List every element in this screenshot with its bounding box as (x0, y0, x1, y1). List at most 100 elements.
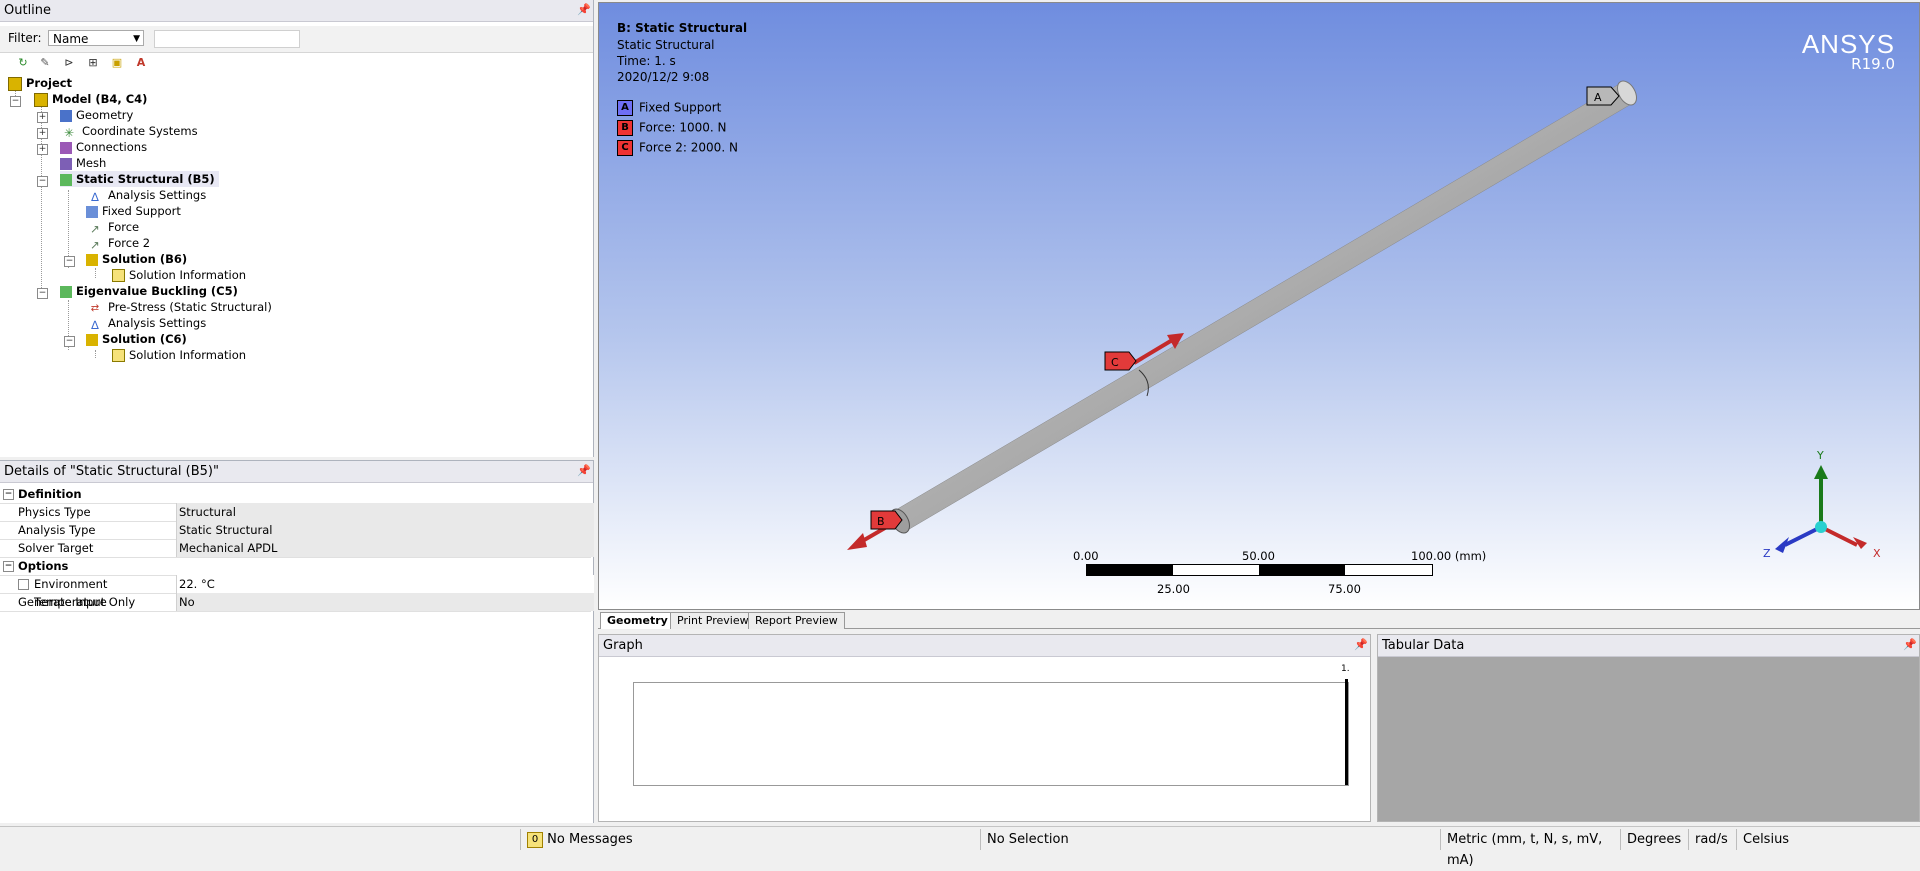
collapse-icon[interactable]: − (37, 176, 48, 187)
tree-item-fixed-support[interactable]: Fixed Support (86, 203, 181, 219)
tree-expand-icon[interactable]: ⊳ (60, 54, 78, 72)
force-icon: ↗ (90, 221, 100, 236)
folder-icon[interactable]: ▣ (108, 54, 126, 72)
tree-item-coordinate-systems[interactable]: ✳ Coordinate Systems (60, 123, 198, 140)
graph-tick-label: 1. (1341, 664, 1350, 674)
detail-row-physics-type[interactable]: Physics Type Structural (0, 503, 594, 522)
graph-plot-area[interactable] (633, 679, 1349, 786)
refresh-icon[interactable]: ↻ (14, 54, 32, 72)
axis-triad[interactable]: Y X Z (1757, 445, 1897, 565)
tab-report-preview[interactable]: Report Preview (748, 612, 845, 629)
detail-row-analysis-type[interactable]: Analysis Type Static Structural (0, 521, 594, 540)
pin-icon[interactable]: 📌 (577, 465, 591, 477)
edit-icon[interactable]: ✎ (36, 54, 54, 72)
expand-icon[interactable]: + (37, 144, 48, 155)
expand-all-icon[interactable]: ⊞ (84, 54, 102, 72)
filter-type-value: Name (53, 32, 89, 46)
tabular-title: Tabular Data (1382, 638, 1465, 653)
tree-item-model[interactable]: Model (B4, C4) (34, 91, 147, 107)
detail-row-solver-target[interactable]: Solver Target Mechanical APDL (0, 539, 594, 558)
status-messages[interactable]: 0 No Messages (520, 829, 770, 850)
filter-bar: Filter: Name ▼ (0, 26, 593, 53)
pre-stress-icon: ⇄ (90, 302, 100, 314)
details-header: Details of "Static Structural (B5)" 📌 (0, 461, 593, 483)
status-bar: 0 No Messages No Selection Metric (mm, t… (0, 826, 1920, 868)
marker-b[interactable]: B (870, 510, 903, 530)
section-definition[interactable]: − Definition (0, 485, 591, 504)
info-icon (112, 349, 125, 362)
scale-label-75: 75.00 (1328, 582, 1361, 596)
tree-item-solution-c6[interactable]: Solution (C6) (86, 331, 187, 347)
sort-az-icon[interactable]: A (132, 54, 150, 72)
connections-icon (60, 141, 72, 154)
tree-item-force[interactable]: ↗ Force (86, 219, 139, 236)
mesh-icon (60, 157, 72, 170)
details-pane: Details of "Static Structural (B5)" 📌 − … (0, 460, 594, 823)
svg-text:C: C (1111, 356, 1119, 369)
parameter-checkbox[interactable] (18, 579, 29, 590)
status-rotation-units[interactable]: rad/s (1688, 829, 1736, 850)
collapse-icon[interactable]: − (3, 489, 14, 500)
axis-x-label: X (1873, 547, 1881, 560)
outline-title: Outline (4, 3, 52, 18)
status-selection: No Selection (980, 829, 1440, 850)
graph-time-marker (1345, 679, 1348, 785)
geometry-viewport[interactable]: B: Static Structural Static Structural T… (598, 2, 1920, 610)
collapse-icon[interactable]: − (64, 256, 75, 267)
force-icon: ↗ (90, 237, 100, 252)
collapse-icon[interactable]: − (10, 96, 21, 107)
status-temperature-units[interactable]: Celsius (1736, 829, 1920, 850)
outline-pane: Outline 📌 Filter: Name ▼ ↻ ✎ ⊳ ⊞ ▣ A Pro… (0, 0, 594, 457)
filter-search-input[interactable] (154, 30, 300, 48)
tab-print-preview[interactable]: Print Preview (670, 612, 756, 629)
status-units[interactable]: Metric (mm, t, N, s, mV, mA) (1440, 829, 1620, 868)
detail-row-environment-temperature[interactable]: Environment Temperature 22. °C (0, 575, 594, 609)
collapse-icon[interactable]: − (37, 288, 48, 299)
tree-item-analysis-settings-c5[interactable]: ∆ Analysis Settings (86, 315, 206, 332)
details-title: Details of "Static Structural (B5)" (4, 464, 219, 479)
svg-text:A: A (1594, 91, 1602, 104)
pin-icon[interactable]: 📌 (1903, 639, 1917, 651)
pin-icon[interactable]: 📌 (1354, 639, 1368, 651)
graph-header: Graph 📌 (599, 635, 1370, 657)
solution-icon (86, 253, 98, 266)
tree-item-pre-stress[interactable]: ⇄ Pre-Stress (Static Structural) (86, 299, 272, 315)
force-b-arrowhead (847, 533, 867, 550)
tree-item-solution-information[interactable]: Solution Information (112, 267, 246, 283)
filter-type-select[interactable]: Name ▼ (48, 30, 144, 46)
pipe-body (893, 82, 1634, 532)
section-options[interactable]: − Options (0, 557, 591, 576)
tree-item-mesh[interactable]: Mesh (60, 155, 106, 171)
tree-item-eigenvalue-buckling[interactable]: Eigenvalue Buckling (C5) (60, 283, 238, 299)
expand-icon[interactable]: + (37, 112, 48, 123)
scale-bar (1086, 564, 1433, 576)
tree-item-geometry[interactable]: Geometry (60, 107, 133, 123)
collapse-icon[interactable]: − (64, 336, 75, 347)
messages-icon: 0 (527, 831, 543, 848)
filter-label: Filter: (8, 31, 42, 45)
tab-geometry[interactable]: Geometry (600, 612, 675, 629)
tree-item-force-2[interactable]: ↗ Force 2 (86, 235, 150, 252)
model-icon (34, 92, 48, 107)
info-icon (112, 269, 125, 282)
pipe-model[interactable]: A B C (599, 3, 1919, 609)
tree-item-solution-information-c6[interactable]: Solution Information (112, 347, 246, 363)
tree-item-solution-b6[interactable]: Solution (B6) (86, 251, 187, 267)
buckling-icon (60, 285, 72, 298)
tree-item-project[interactable]: Project (8, 75, 72, 91)
tree-item-static-structural[interactable]: Static Structural (B5) (60, 171, 219, 187)
tabular-data-pane: Tabular Data 📌 (1377, 634, 1920, 822)
tree-item-analysis-settings[interactable]: ∆ Analysis Settings (86, 187, 206, 204)
detail-row-generate-input-only[interactable]: Generate Input Only No (0, 593, 594, 612)
expand-icon[interactable]: + (37, 128, 48, 139)
settings-icon: ∆ (91, 317, 99, 332)
status-angle-units[interactable]: Degrees (1620, 829, 1688, 850)
geometry-icon (60, 109, 72, 122)
tabular-header: Tabular Data 📌 (1378, 635, 1919, 657)
collapse-icon[interactable]: − (3, 561, 14, 572)
viewport-tabs: Geometry Print Preview Report Preview (598, 610, 1920, 629)
pin-icon[interactable]: 📌 (577, 4, 591, 16)
marker-c[interactable]: C (1104, 351, 1137, 371)
svg-text:B: B (877, 515, 885, 528)
tree-item-connections[interactable]: Connections (60, 139, 147, 155)
